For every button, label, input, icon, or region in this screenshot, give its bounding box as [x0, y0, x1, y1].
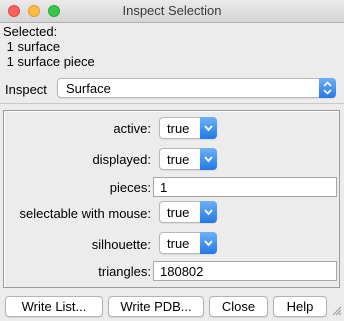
selectable-popup[interactable]: true [159, 201, 217, 223]
chevron-down-icon [200, 117, 217, 139]
selectable-value: true [167, 205, 190, 220]
pieces-label: pieces: [109, 180, 151, 195]
write-pdb-button[interactable]: Write PDB... [108, 296, 204, 317]
displayed-value: true [167, 152, 190, 167]
chevron-down-icon [200, 232, 217, 254]
resize-grip-icon[interactable] [332, 304, 342, 319]
silhouette-popup[interactable]: true [159, 232, 217, 254]
selected-heading: Selected: [3, 24, 58, 39]
triangles-value: 180802 [160, 264, 204, 279]
selectable-label: selectable with mouse: [19, 206, 151, 221]
window-title: Inspect Selection [122, 3, 222, 18]
active-value: true [167, 121, 190, 136]
triangles-field[interactable]: 180802 [153, 261, 337, 281]
inspect-label: Inspect [5, 82, 47, 97]
active-popup[interactable]: true [159, 117, 217, 139]
pieces-value: 1 [160, 180, 168, 195]
updown-arrows-icon [319, 78, 336, 98]
triangles-label: triangles: [98, 264, 151, 279]
active-label: active: [113, 121, 151, 136]
selected-line: 1 surface [3, 39, 61, 54]
inspect-type-value: Surface [66, 81, 111, 96]
pieces-field[interactable]: 1 [153, 177, 337, 197]
help-button[interactable]: Help [273, 296, 327, 317]
chevron-down-icon [200, 148, 217, 170]
separator [0, 103, 344, 104]
selection-summary: Selected: 1 surface 1 surface piece [3, 24, 95, 69]
inspect-type-select[interactable]: Surface [57, 78, 336, 98]
chevron-down-icon [200, 201, 217, 223]
close-button[interactable]: Close [209, 296, 268, 317]
silhouette-value: true [167, 236, 190, 251]
silhouette-label: silhouette: [91, 237, 151, 252]
title-bar: Inspect Selection [0, 0, 344, 23]
displayed-popup[interactable]: true [159, 148, 217, 170]
write-list-button[interactable]: Write List... [5, 296, 103, 317]
selected-line: 1 surface piece [3, 54, 95, 69]
displayed-label: displayed: [92, 152, 151, 167]
